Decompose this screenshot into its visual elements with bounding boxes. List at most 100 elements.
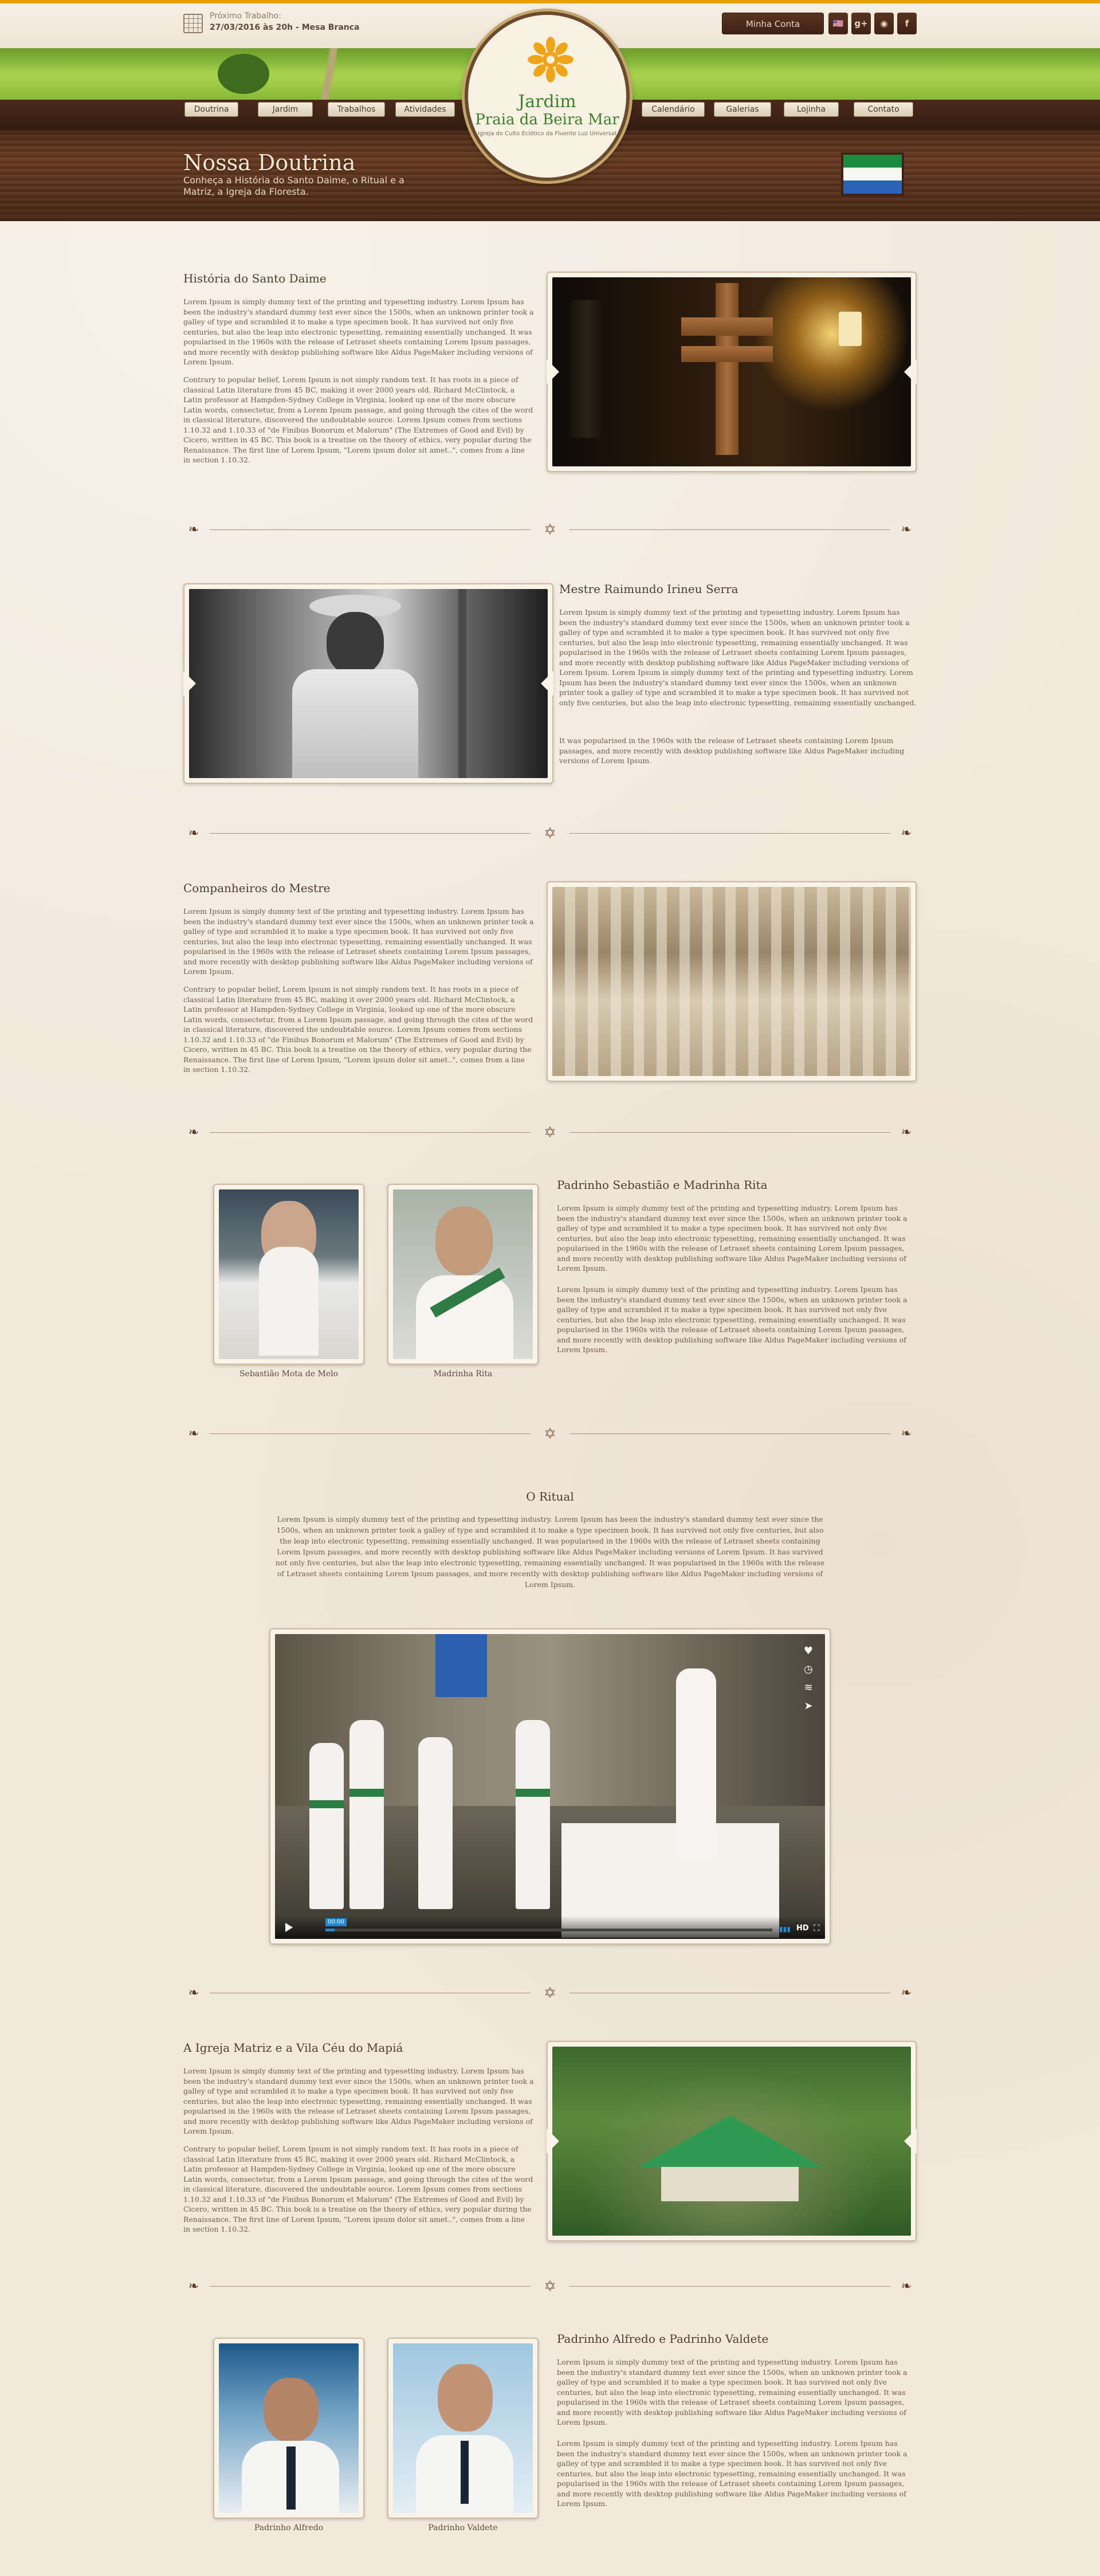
section-title-padrinho-sebastiao: Padrinho Sebastião e Madrinha Rita (557, 1178, 768, 1192)
ornament-left-icon: ❧ (188, 1427, 199, 1441)
ornament-right-icon: ❧ (901, 1986, 912, 2000)
section-text-padrinho-alfredo-1: Lorem Ipsum is simply dummy text of the … (557, 2358, 907, 2426)
padrinho-alfredo-photo (219, 2343, 359, 2513)
video-progress-fill (325, 1929, 335, 1931)
watch-later-icon[interactable]: ◷ (800, 1660, 817, 1679)
video-controls: 00:00 ▮▮▮ HD ⛶ (275, 1916, 825, 1939)
nav-item-galerias[interactable]: Galerias (714, 102, 771, 117)
ornament-left-icon: ❧ (188, 826, 199, 841)
video-progress-track[interactable] (325, 1929, 772, 1931)
section-divider: ❧ ✡ ❧ (183, 2278, 917, 2295)
video-frame-ritual: 00:00 ▮▮▮ HD ⛶ ♥ ◷ ≋ ➤ (269, 1628, 831, 1945)
nav-item-calendario[interactable]: Calendário (642, 102, 705, 117)
instagram-icon[interactable]: ◉ (874, 13, 894, 34)
section-divider: ❧ ✡ ❧ (183, 1985, 917, 2002)
nav-item-atividades[interactable]: Atividades (395, 102, 455, 117)
facebook-icon[interactable]: f (897, 13, 917, 34)
portrait-caption-sebastiao: Sebastião Mota de Melo (239, 1369, 339, 1379)
hd-toggle[interactable]: HD (796, 1924, 809, 1933)
ornament-right-icon: ❧ (901, 1125, 912, 1140)
group-photo (552, 887, 911, 1076)
church-aerial-photo (552, 2047, 911, 2236)
site-logo[interactable]: Jardim Praia da Beira Mar Igreja do Cult… (465, 11, 630, 181)
like-icon[interactable]: ♥ (800, 1642, 817, 1660)
ritual-video-player[interactable]: 00:00 ▮▮▮ HD ⛶ ♥ ◷ ≋ ➤ (275, 1634, 825, 1939)
portrait-caption-rita: Madrinha Rita (433, 1369, 493, 1379)
section-text-mestre-2: It was popularised in the 1960s with the… (559, 736, 905, 765)
portrait-frame-sebastiao (213, 1184, 364, 1365)
section-text-companheiros-2: Contrary to popular belief, Lorem Ipsum … (183, 985, 533, 1074)
section-title-ritual: O Ritual (526, 1490, 574, 1503)
image-frame-historia (547, 272, 917, 472)
fullscreen-icon[interactable]: ⛶ (814, 1923, 820, 1933)
section-text-padrinho-alfredo-2: Lorem Ipsum is simply dummy text of the … (557, 2439, 907, 2508)
image-frame-igreja (547, 2041, 917, 2241)
ornament-right-icon: ❧ (901, 826, 912, 841)
image-frame-mestre (183, 583, 553, 784)
section-text-ritual: Lorem Ipsum is simply dummy text of the … (275, 1515, 825, 1589)
altar-cross-photo (552, 277, 911, 466)
calendar-icon (183, 14, 203, 33)
my-account-button[interactable]: Minha Conta (722, 13, 824, 34)
page-title: Nossa Doutrina (183, 150, 356, 175)
share-icon[interactable]: ➤ (800, 1697, 817, 1715)
section-title-padrinho-alfredo: Padrinho Alfredo e Padrinho Valdete (557, 2332, 769, 2346)
section-text-padrinho-sebastiao-2: Lorem Ipsum is simply dummy text of the … (557, 1285, 907, 1354)
mestre-irineu-photo (189, 589, 548, 778)
portrait-frame-rita (387, 1184, 539, 1365)
section-divider: ❧ ✡ ❧ (183, 1426, 917, 1443)
nav-item-lojinha[interactable]: Lojinha (784, 102, 839, 117)
star-of-david-icon: ✡ (544, 1124, 556, 1141)
volume-icon[interactable]: ▮▮▮ (779, 1925, 791, 1933)
section-text-companheiros-1: Lorem Ipsum is simply dummy text of the … (183, 907, 534, 976)
page-subtitle: Conheça a História do Santo Daime, o Rit… (183, 175, 404, 197)
ornament-right-icon: ❧ (901, 2279, 912, 2294)
star-of-david-icon: ✡ (544, 1985, 556, 2002)
section-title-igreja: A Igreja Matriz e a Vila Céu do Mapiá (183, 2041, 403, 2055)
star-of-david-icon: ✡ (544, 2278, 556, 2295)
ornament-left-icon: ❧ (188, 1986, 199, 2000)
section-text-igreja-2: Contrary to popular belief, Lorem Ipsum … (183, 2145, 533, 2233)
logo-subtitle: Praia da Beira Mar (475, 111, 619, 128)
video-side-actions: ♥ ◷ ≋ ➤ (800, 1642, 817, 1715)
padrinho-valdete-photo (393, 2343, 533, 2513)
nav-item-doutrina[interactable]: Doutrina (184, 102, 238, 117)
ornament-left-icon: ❧ (188, 2279, 199, 2294)
section-divider: ❧ ✡ ❧ (183, 521, 917, 539)
ornament-left-icon: ❧ (188, 1125, 199, 1140)
nav-item-jardim[interactable]: Jardim (258, 102, 313, 117)
acre-flag-image (841, 152, 904, 196)
portrait-caption-alfredo: Padrinho Alfredo (254, 2523, 324, 2532)
next-event-label: Próximo Trabalho: (210, 11, 281, 21)
logo-tagline: Igreja do Culto Eclético da Fluente Luz … (478, 131, 616, 137)
collections-icon[interactable]: ≋ (800, 1679, 817, 1697)
nav-item-trabalhos[interactable]: Trabalhos (328, 102, 385, 117)
section-text-historia-2: Contrary to popular belief, Lorem Ipsum … (183, 375, 533, 464)
nav-item-contato[interactable]: Contato (854, 102, 913, 117)
madrinha-rita-photo (393, 1189, 533, 1359)
sebastiao-photo (219, 1189, 359, 1359)
section-text-igreja-1: Lorem Ipsum is simply dummy text of the … (183, 2067, 534, 2135)
google-plus-icon[interactable]: g+ (851, 13, 871, 34)
section-title-companheiros: Companheiros do Mestre (183, 881, 331, 895)
logo-flower-icon (528, 37, 573, 83)
play-icon[interactable] (285, 1923, 293, 1932)
portrait-frame-alfredo (213, 2338, 364, 2519)
section-text-historia-1: Lorem Ipsum is simply dummy text of the … (183, 297, 534, 366)
ornament-right-icon: ❧ (901, 523, 912, 537)
next-event-date[interactable]: 27/03/2016 às 20h - Mesa Branca (210, 23, 360, 32)
star-of-david-icon: ✡ (544, 1426, 556, 1443)
image-frame-companheiros (547, 881, 917, 1082)
ornament-right-icon: ❧ (901, 1427, 912, 1441)
section-title-mestre: Mestre Raimundo Irineu Serra (559, 582, 738, 596)
language-flag-icon[interactable]: 🇺🇸 (828, 13, 848, 34)
star-of-david-icon: ✡ (544, 825, 556, 842)
ornament-left-icon: ❧ (188, 523, 199, 537)
video-time: 00:00 (325, 1918, 347, 1926)
section-divider: ❧ ✡ ❧ (183, 825, 917, 842)
section-text-padrinho-sebastiao-1: Lorem Ipsum is simply dummy text of the … (557, 1204, 907, 1273)
portrait-caption-valdete: Padrinho Valdete (428, 2523, 498, 2532)
section-text-mestre-1: Lorem Ipsum is simply dummy text of the … (559, 608, 917, 707)
portrait-frame-valdete (387, 2338, 539, 2519)
star-of-david-icon: ✡ (544, 521, 556, 539)
